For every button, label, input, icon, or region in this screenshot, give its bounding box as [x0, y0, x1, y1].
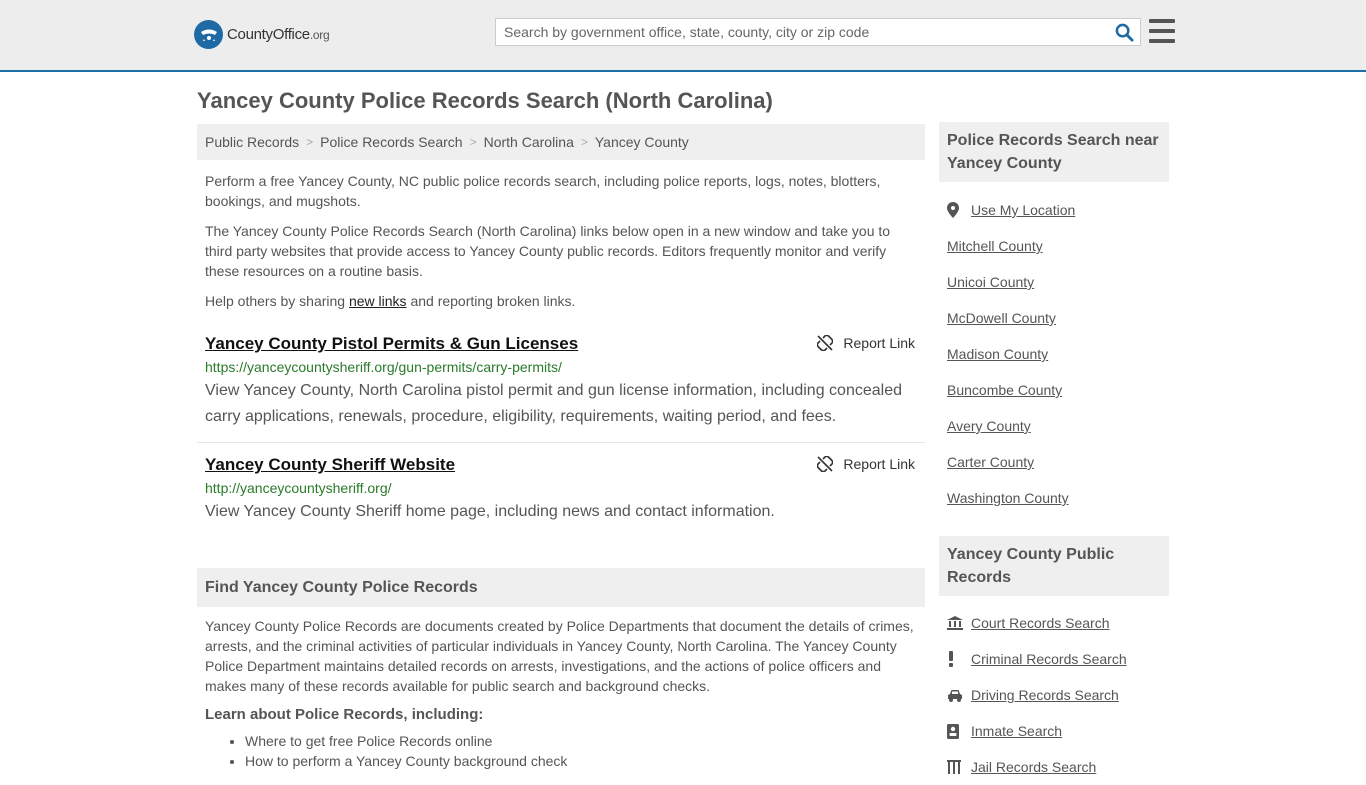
find-section-body: Yancey County Police Records are documen… [197, 616, 925, 771]
nearby-list: Use My Location Mitchell County Unicoi C… [939, 192, 1169, 516]
jail-icon [947, 760, 971, 774]
hamburger-menu-icon[interactable] [1149, 19, 1175, 43]
nearby-county-link[interactable]: Carter County [947, 454, 1034, 470]
broken-link-icon [817, 335, 834, 351]
map-marker-icon [947, 202, 971, 218]
result-url[interactable]: https://yanceycountysheriff.org/gun-perm… [205, 357, 917, 377]
nearby-county-item: Madison County [947, 336, 1161, 372]
nearby-county-item: McDowell County [947, 300, 1161, 336]
learn-list: Where to get free Police Records online … [205, 731, 917, 771]
breadcrumb-public-records[interactable]: Public Records [205, 134, 299, 150]
intro-paragraph-1: Perform a free Yancey County, NC public … [205, 173, 881, 209]
nearby-county-link[interactable]: Avery County [947, 418, 1031, 434]
result-description: View Yancey County Sheriff home page, in… [205, 503, 775, 520]
car-icon [947, 689, 971, 702]
inmate-search-link[interactable]: Inmate Search [971, 723, 1062, 739]
result-title-link[interactable]: Yancey County Sheriff Website [205, 453, 455, 477]
public-records-item: Driving Records Search [947, 677, 1161, 713]
nearby-county-item: Washington County [947, 480, 1161, 516]
new-links-link[interactable]: new links [349, 293, 407, 309]
use-my-location-link[interactable]: Use My Location [971, 202, 1075, 218]
nearby-county-link[interactable]: Madison County [947, 346, 1048, 362]
nearby-county-item: Mitchell County [947, 228, 1161, 264]
intro-text: Perform a free Yancey County, NC public … [197, 171, 925, 311]
result-description: View Yancey County, North Carolina pisto… [205, 382, 902, 425]
nearby-heading: Police Records Search near Yancey County [939, 122, 1169, 182]
breadcrumb-separator: > [469, 135, 477, 149]
public-records-item: Court Records Search [947, 605, 1161, 641]
nearby-county-item: Unicoi County [947, 264, 1161, 300]
breadcrumb-north-carolina[interactable]: North Carolina [484, 134, 574, 150]
search-button[interactable] [1108, 19, 1140, 45]
nearby-county-link[interactable]: Buncombe County [947, 382, 1062, 398]
nearby-county-link[interactable]: Washington County [947, 490, 1069, 506]
report-link-button[interactable]: Report Link [817, 335, 915, 351]
breadcrumb-police-records-search[interactable]: Police Records Search [320, 134, 462, 150]
exclamation-icon [947, 651, 971, 667]
public-records-item: Inmate Search [947, 713, 1161, 749]
learn-list-item: How to perform a Yancey County backgroun… [245, 751, 917, 771]
criminal-records-link[interactable]: Criminal Records Search [971, 651, 1127, 667]
breadcrumb-yancey-county[interactable]: Yancey County [595, 134, 689, 150]
learn-heading: Learn about Police Records, including: [205, 706, 484, 723]
result-item: Yancey County Sheriff Website Report Lin… [197, 453, 925, 525]
nearby-county-item: Carter County [947, 444, 1161, 480]
result-item: Yancey County Pistol Permits & Gun Licen… [197, 332, 925, 443]
search-icon [1115, 23, 1134, 42]
public-records-list: Court Records Search Criminal Records Se… [939, 605, 1169, 785]
public-records-heading: Yancey County Public Records [939, 536, 1169, 596]
learn-list-item: Where to get free Police Records online [245, 731, 917, 751]
main-content: Public Records > Police Records Search >… [197, 124, 925, 771]
page-title: Yancey County Police Records Search (Nor… [197, 88, 773, 113]
use-my-location-item: Use My Location [947, 192, 1161, 228]
public-records-item: Jail Records Search [947, 749, 1161, 785]
intro-paragraph-3: Help others by sharing new links and rep… [205, 293, 576, 309]
jail-records-link[interactable]: Jail Records Search [971, 759, 1096, 775]
nearby-county-link[interactable]: McDowell County [947, 310, 1056, 326]
search-bar [495, 18, 1141, 46]
top-bar: CountyOffice.org [0, 0, 1366, 72]
intro-paragraph-2: The Yancey County Police Records Search … [205, 223, 891, 279]
county-seal-icon [194, 20, 223, 49]
nearby-county-item: Avery County [947, 408, 1161, 444]
report-link-button[interactable]: Report Link [817, 456, 915, 472]
court-records-link[interactable]: Court Records Search [971, 615, 1110, 631]
breadcrumb: Public Records > Police Records Search >… [197, 124, 925, 160]
site-logo[interactable]: CountyOffice.org [194, 20, 330, 49]
search-input[interactable] [496, 19, 1108, 45]
logo-text: CountyOffice.org [227, 26, 330, 43]
sidebar: Police Records Search near Yancey County… [939, 122, 1169, 785]
breadcrumb-separator: > [306, 135, 314, 149]
report-link-label: Report Link [843, 456, 915, 472]
driving-records-link[interactable]: Driving Records Search [971, 687, 1119, 703]
find-section-paragraph: Yancey County Police Records are documen… [205, 618, 914, 694]
breadcrumb-separator: > [580, 135, 588, 149]
nearby-county-link[interactable]: Mitchell County [947, 238, 1043, 254]
broken-link-icon [817, 456, 834, 472]
courthouse-icon [947, 616, 971, 630]
report-link-label: Report Link [843, 335, 915, 351]
id-card-icon [947, 723, 971, 739]
public-records-item: Criminal Records Search [947, 641, 1161, 677]
result-url[interactable]: http://yanceycountysheriff.org/ [205, 478, 917, 498]
find-section-heading: Find Yancey County Police Records [197, 568, 925, 607]
nearby-county-item: Buncombe County [947, 372, 1161, 408]
nearby-county-link[interactable]: Unicoi County [947, 274, 1034, 290]
result-title-link[interactable]: Yancey County Pistol Permits & Gun Licen… [205, 332, 578, 356]
